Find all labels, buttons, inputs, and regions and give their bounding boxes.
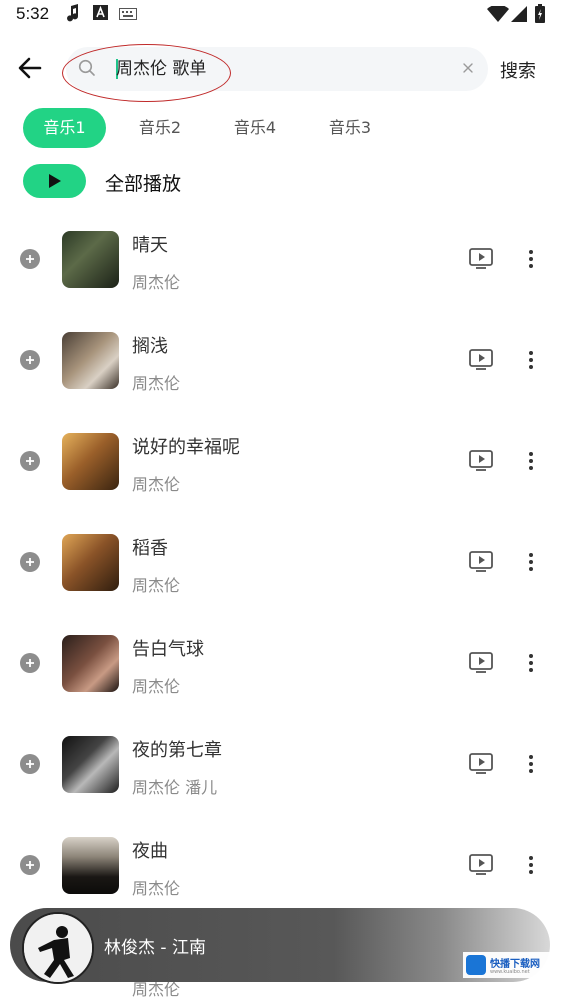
more-options-icon[interactable] bbox=[522, 348, 540, 372]
play-all-label[interactable]: 全部播放 bbox=[105, 169, 181, 196]
song-row[interactable]: 夜的第七章 周杰伦 潘儿 bbox=[0, 713, 561, 814]
search-button[interactable]: 搜索 bbox=[500, 57, 536, 83]
text-a-icon bbox=[93, 5, 108, 20]
search-icon bbox=[78, 59, 95, 76]
wifi-icon bbox=[487, 6, 509, 22]
add-icon[interactable] bbox=[20, 653, 40, 673]
tab-music-2[interactable]: 音乐2 bbox=[127, 108, 193, 148]
song-artist: 周杰伦 bbox=[132, 475, 181, 494]
more-options-icon[interactable] bbox=[522, 449, 540, 473]
song-title: 夜曲 bbox=[132, 841, 168, 862]
status-bar: 5:32 bbox=[0, 0, 561, 30]
tab-music-4[interactable]: 音乐4 bbox=[222, 108, 288, 148]
song-artist: 周杰伦 bbox=[132, 273, 181, 292]
status-time: 5:32 bbox=[16, 4, 50, 23]
category-tabs: 音乐1 音乐2 音乐4 音乐3 bbox=[0, 108, 561, 148]
song-title: 稻香 bbox=[132, 538, 168, 559]
song-artist: 周杰伦 bbox=[132, 677, 181, 696]
now-playing-title: 林俊杰 - 江南 bbox=[104, 938, 206, 958]
search-input[interactable] bbox=[116, 47, 456, 91]
search-box[interactable] bbox=[66, 47, 488, 91]
video-icon[interactable] bbox=[469, 753, 493, 775]
add-icon[interactable] bbox=[20, 249, 40, 269]
song-title: 晴天 bbox=[132, 235, 168, 256]
more-options-icon[interactable] bbox=[522, 752, 540, 776]
album-cover bbox=[62, 433, 119, 490]
song-artist: 周杰伦 bbox=[132, 374, 181, 393]
signal-icon bbox=[511, 6, 527, 22]
more-options-icon[interactable] bbox=[522, 651, 540, 675]
song-artist: 周杰伦 潘儿 bbox=[132, 778, 218, 797]
clear-icon[interactable] bbox=[460, 60, 476, 76]
song-title: 夜的第七章 bbox=[132, 740, 222, 761]
album-cover bbox=[62, 231, 119, 288]
song-artist: 周杰伦 bbox=[132, 576, 181, 595]
more-options-icon[interactable] bbox=[522, 550, 540, 574]
watermark-url: www.kuaibo.net bbox=[490, 969, 530, 975]
album-cover bbox=[62, 736, 119, 793]
now-playing-cover[interactable] bbox=[22, 912, 94, 984]
watermark-name: 快播下载网 bbox=[490, 959, 540, 970]
video-icon[interactable] bbox=[469, 652, 493, 674]
video-icon[interactable] bbox=[469, 248, 493, 270]
video-icon[interactable] bbox=[469, 854, 493, 876]
album-art-icon bbox=[24, 914, 92, 982]
song-title: 说好的幸福呢 bbox=[132, 437, 240, 458]
back-button[interactable] bbox=[12, 50, 48, 86]
video-icon[interactable] bbox=[469, 349, 493, 371]
video-icon[interactable] bbox=[469, 450, 493, 472]
watermark: 快播下载网 www.kuaibo.net bbox=[463, 952, 553, 978]
song-title: 告白气球 bbox=[132, 639, 204, 660]
more-options-icon[interactable] bbox=[522, 247, 540, 271]
battery-charging-icon bbox=[535, 4, 545, 23]
add-icon[interactable] bbox=[20, 350, 40, 370]
album-cover bbox=[62, 332, 119, 389]
song-title: 搁浅 bbox=[132, 336, 168, 357]
video-icon[interactable] bbox=[469, 551, 493, 573]
album-cover bbox=[62, 635, 119, 692]
tab-music-3[interactable]: 音乐3 bbox=[317, 108, 383, 148]
add-icon[interactable] bbox=[20, 754, 40, 774]
music-note-icon bbox=[67, 4, 79, 22]
arrow-left-icon bbox=[18, 57, 42, 79]
song-row[interactable]: 晴天 周杰伦 bbox=[0, 208, 561, 309]
song-row[interactable]: 搁浅 周杰伦 bbox=[0, 309, 561, 410]
song-artist: 周杰伦 bbox=[132, 879, 181, 898]
search-header: 搜索 bbox=[0, 40, 561, 98]
song-row[interactable]: 夜曲 周杰伦 bbox=[0, 814, 561, 915]
play-all-row: 全部播放 bbox=[0, 160, 561, 202]
song-row[interactable]: 稻香 周杰伦 bbox=[0, 511, 561, 612]
keyboard-icon bbox=[119, 8, 137, 20]
song-row[interactable]: 告白气球 周杰伦 bbox=[0, 612, 561, 713]
more-options-icon[interactable] bbox=[522, 853, 540, 877]
tab-music-1[interactable]: 音乐1 bbox=[23, 108, 106, 148]
add-icon[interactable] bbox=[20, 855, 40, 875]
song-row[interactable]: 说好的幸福呢 周杰伦 bbox=[0, 410, 561, 511]
play-icon bbox=[48, 174, 61, 188]
play-all-button[interactable] bbox=[23, 164, 86, 198]
add-icon[interactable] bbox=[20, 451, 40, 471]
watermark-logo-icon bbox=[466, 955, 486, 975]
add-icon[interactable] bbox=[20, 552, 40, 572]
album-cover bbox=[62, 837, 119, 894]
album-cover bbox=[62, 534, 119, 591]
